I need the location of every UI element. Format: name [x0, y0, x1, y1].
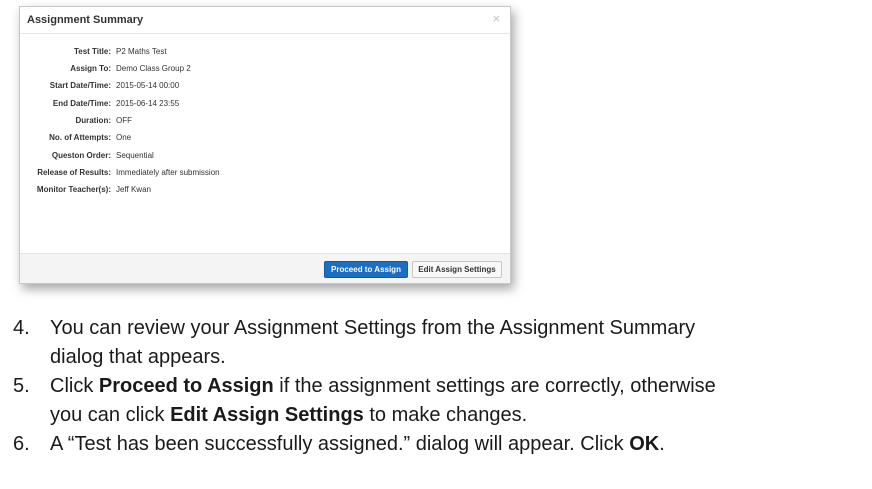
step-number: 5. [13, 375, 30, 397]
step-text: you can click Edit Assign Settings to ma… [50, 401, 872, 430]
step-text-line: You can review your Assignment Settings … [50, 317, 696, 339]
field-label: Duration: [75, 116, 111, 125]
step-number: 6. [13, 433, 30, 455]
proceed-to-assign-button[interactable]: Proceed to Assign [324, 261, 408, 278]
field-value: OFF [116, 116, 132, 125]
field-value: Demo Class Group 2 [116, 64, 191, 73]
field-value: One [116, 133, 132, 142]
assignment-summary-dialog: Assignment Summary × Test Title: P2 Math… [19, 6, 511, 284]
step-4: 4. You can review your Assignment Settin… [0, 314, 872, 372]
step-5: 5. Click Proceed to Assign if the assign… [0, 372, 872, 430]
step-text-part: Click [50, 375, 99, 397]
step-text-part: if the assignment settings are correctly… [273, 375, 716, 397]
step-text: Click Proceed to Assign if the assignmen… [50, 372, 872, 401]
dialog-header: Assignment Summary × [20, 7, 510, 34]
field-label: End Date/Time: [52, 99, 111, 108]
field-label: Start Date/Time: [49, 81, 111, 90]
step-number: 4. [13, 317, 30, 339]
step-text-line: dialog that appears. [50, 346, 226, 368]
field-value: Jeff Kwan [116, 185, 151, 194]
step-text: dialog that appears. [50, 343, 872, 372]
field-value: Immediately after submission [116, 168, 220, 177]
field-label: Queston Order: [51, 151, 111, 160]
field-value: P2 Maths Test [116, 47, 167, 56]
dialog-title: Assignment Summary [27, 14, 144, 26]
dialog-body: Test Title: P2 Maths Test Assign To: Dem… [20, 34, 510, 255]
step-text-part: A “Test has been successfully assigned.”… [50, 433, 630, 455]
step-emphasis: Proceed to Assign [98, 375, 274, 397]
field-label: No. of Attempts: [49, 133, 111, 142]
close-icon[interactable]: × [492, 12, 501, 25]
edit-assign-settings-button[interactable]: Edit Assign Settings [412, 261, 502, 278]
field-label: Monitor Teacher(s): [36, 185, 111, 194]
step-text-part: you can click [50, 404, 171, 426]
field-value: 2015-05-14 00:00 [116, 81, 180, 90]
step-6: 6. A “Test has been successfully assigne… [0, 430, 872, 459]
step-text-part: to make changes. [363, 404, 528, 426]
field-label: Release of Results: [37, 168, 111, 177]
step-text: You can review your Assignment Settings … [50, 314, 872, 343]
field-label: Assign To: [70, 64, 111, 73]
field-value: 2015-06-14 23:55 [116, 99, 180, 108]
step-text-part: . [659, 433, 665, 455]
field-label: Test Title: [73, 47, 111, 56]
step-text: A “Test has been successfully assigned.”… [50, 430, 872, 459]
instruction-steps: 4. You can review your Assignment Settin… [0, 314, 872, 459]
step-emphasis: Edit Assign Settings [170, 404, 364, 426]
dialog-footer: Proceed to Assign Edit Assign Settings [20, 253, 510, 283]
step-emphasis: OK [629, 433, 660, 455]
field-value: Sequential [116, 151, 154, 160]
